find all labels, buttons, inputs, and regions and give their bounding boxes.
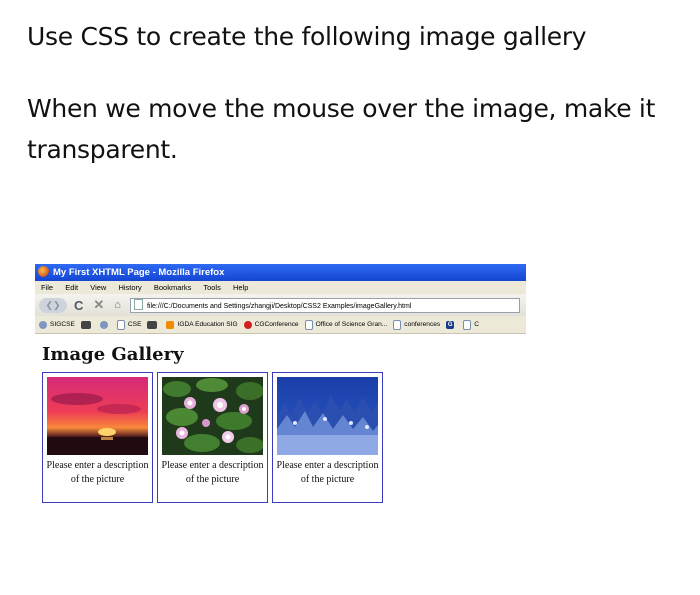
menu-history[interactable]: History	[118, 283, 141, 292]
gallery-item[interactable]: Please enter a description of the pictur…	[157, 372, 268, 503]
bookmark-label: CGConference	[254, 321, 299, 328]
bookmark-cse[interactable]: CSE	[116, 319, 142, 330]
bookmark-icon	[99, 320, 108, 329]
water-lilies-image[interactable]	[162, 377, 263, 455]
sunset-image[interactable]	[47, 377, 148, 455]
bookmark-unnamed-1[interactable]	[80, 320, 94, 329]
menu-tools[interactable]: Tools	[203, 283, 221, 292]
bookmark-label: Office of Science Gran...	[315, 321, 388, 328]
page-icon	[133, 298, 143, 310]
question-line-1: Use CSS to create the following image ga…	[27, 22, 587, 51]
menu-file[interactable]: File	[41, 283, 53, 292]
item-description: Please enter a description of the pictur…	[161, 460, 264, 485]
browser-window: My First XHTML Page - Mozilla Firefox Fi…	[35, 264, 526, 592]
bookmark-cgconference[interactable]: CGConference	[243, 320, 299, 329]
igda-icon	[166, 320, 175, 329]
firefox-logo-icon	[38, 266, 49, 277]
bookmark-c[interactable]: C	[463, 319, 479, 330]
bookmark-label: IGDA Education SIG	[177, 321, 238, 328]
bookmark-igda[interactable]: IGDA Education SIG	[166, 320, 238, 329]
bookmark-label: CSE	[127, 321, 142, 328]
window-title: My First XHTML Page - Mozilla Firefox	[53, 267, 225, 278]
item-description: Please enter a description of the pictur…	[46, 460, 149, 485]
winter-trees-image[interactable]	[277, 377, 378, 455]
url-text: file:///C:/Documents and Settings/zhangj…	[146, 302, 412, 310]
item-description: Please enter a description of the pictur…	[276, 460, 379, 485]
bookmarks-toolbar: SIGCSE CSE IGDA Education SIG CGConferen…	[35, 316, 526, 334]
menu-view[interactable]: View	[90, 283, 106, 292]
back-arrow-icon[interactable]: ❮❯	[39, 297, 67, 313]
menu-bar: File Edit View History Bookmarks Tools H…	[35, 281, 526, 294]
gallery-item[interactable]: Please enter a description of the pictur…	[272, 372, 383, 503]
gallery-item[interactable]: Please enter a description of the pictur…	[42, 372, 153, 503]
bookmark-unnamed-2[interactable]	[99, 320, 111, 329]
bookmark-sigcse[interactable]: SIGCSE	[39, 320, 75, 329]
reload-icon[interactable]: C	[74, 298, 83, 313]
menu-help[interactable]: Help	[233, 283, 248, 292]
page-icon	[304, 319, 313, 330]
browser-titlebar: My First XHTML Page - Mozilla Firefox	[35, 264, 526, 281]
bookmark-label: SIGCSE	[50, 321, 75, 328]
bookmark-label: conferences	[404, 321, 441, 328]
question-line-2: When we move the mouse over the image, m…	[27, 94, 656, 164]
gallery-heading: Image Gallery	[42, 344, 184, 365]
bookmark-unnamed-3[interactable]	[147, 320, 160, 329]
navigation-toolbar: ❮❯ C ✕ ⌂ file:///C:/Documents and Settin…	[35, 294, 526, 316]
bookmark-icon	[147, 320, 158, 329]
home-icon[interactable]: ⌂	[114, 299, 121, 311]
bookmark-office-science[interactable]: Office of Science Gran...	[304, 319, 388, 330]
url-bar[interactable]: file:///C:/Documents and Settings/zhangj…	[129, 297, 520, 313]
bookmark-conferences[interactable]: conferences	[393, 319, 441, 330]
page-icon	[116, 319, 125, 330]
page-icon	[393, 319, 402, 330]
stop-icon[interactable]: ✕	[93, 297, 104, 313]
page-icon	[463, 319, 472, 330]
globe-icon	[39, 320, 47, 329]
bookmark-icon	[80, 320, 91, 329]
bookmark-google[interactable]: G	[446, 320, 457, 329]
bookmark-label: C	[474, 321, 479, 328]
page-content: Image Gallery Please enter a description…	[35, 334, 526, 592]
cg-icon	[243, 320, 252, 329]
menu-bookmarks[interactable]: Bookmarks	[154, 283, 192, 292]
menu-edit[interactable]: Edit	[65, 283, 78, 292]
google-icon: G	[446, 320, 455, 329]
